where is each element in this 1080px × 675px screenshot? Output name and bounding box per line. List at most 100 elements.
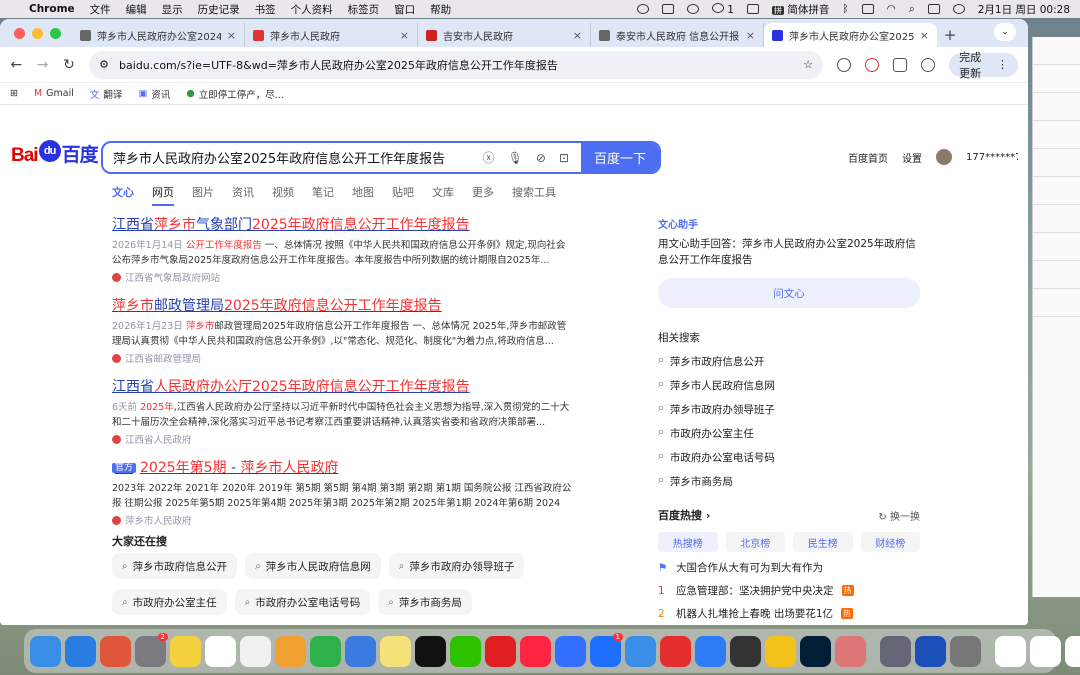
search-button[interactable]: 百度一下 (581, 143, 659, 172)
tab-video[interactable]: 视频 (272, 184, 294, 206)
tab-4[interactable]: 萍乡市人民政府办公室2025年 × (764, 23, 937, 47)
battery-icon[interactable] (861, 4, 874, 14)
site-info-icon[interactable]: ⚙ (99, 58, 109, 71)
also-search-chip[interactable]: ⌕ 萍乡市政府办领导班子 (388, 553, 525, 579)
dock-netease-music-icon[interactable] (485, 635, 516, 667)
tab-search-tools[interactable]: 搜索工具 (512, 184, 556, 206)
tab-close-icon[interactable]: × (400, 29, 409, 42)
dock-finder-2-icon[interactable] (915, 635, 946, 667)
dock-wps-icon[interactable] (660, 635, 691, 667)
clipboard-icon[interactable] (686, 4, 699, 14)
tab-close-icon[interactable]: × (746, 29, 755, 42)
related-search-item[interactable]: ⌕ 萍乡市人民政府信息网 (658, 378, 920, 393)
related-search-item[interactable]: ⌕ 萍乡市商务局 (658, 474, 920, 489)
minimize-window-button[interactable] (32, 28, 43, 39)
dock-numbers-icon[interactable] (310, 635, 341, 667)
dock-baidu-netdisk-icon[interactable] (695, 635, 726, 667)
settings-link[interactable]: 设置 (902, 150, 922, 165)
result-source[interactable]: 江西省邮政管理局 (112, 351, 572, 365)
address-url[interactable]: baidu.com/s?ie=UTF-8&wd=萍乡市人民政府办公室2025年政… (119, 57, 793, 73)
dock-preview-icon[interactable] (880, 635, 911, 667)
tab-notes[interactable]: 笔记 (312, 184, 334, 206)
dock-tool-icon[interactable] (835, 635, 866, 667)
menu-window[interactable]: 窗口 (394, 2, 415, 17)
tab-news[interactable]: 资讯 (232, 184, 254, 206)
dock-qq-drive-icon[interactable]: 1 (590, 632, 623, 667)
result-title-link[interactable]: 江西省萍乡市气象部门2025年政府信息公开工作年度报告 (112, 214, 572, 234)
dock-qq-icon[interactable] (415, 635, 446, 667)
zoom-window-button[interactable] (50, 28, 61, 39)
tab-1[interactable]: 萍乡市人民政府 × (245, 23, 418, 47)
dock-disk-icon[interactable] (950, 635, 981, 667)
hot-search-heading[interactable]: 百度热搜 (658, 507, 702, 523)
menu-bookmarks[interactable]: 书签 (255, 2, 276, 17)
hot-tab-3[interactable]: 财经榜 (860, 532, 920, 552)
menu-profiles[interactable]: 个人资料 (291, 2, 333, 17)
dock-settings-icon[interactable]: 2 (135, 632, 168, 667)
tab-0[interactable]: 萍乡市人民政府办公室2024年 × (72, 23, 245, 47)
wechat-status[interactable]: 1 (711, 2, 734, 16)
bookmark-star-icon[interactable]: ☆ (803, 58, 813, 71)
result-source[interactable]: 江西省人民政府 (112, 432, 572, 446)
apps-grid-icon[interactable]: ⊞ (10, 88, 18, 99)
tab-map[interactable]: 地图 (352, 184, 374, 206)
dock-pages-icon[interactable] (275, 635, 306, 667)
wenxin-question[interactable]: 用文心助手回答：萍乡市人民政府办公室2025年政府信息公开工作年度报告 (658, 236, 920, 268)
dock-freeform-icon[interactable] (205, 635, 236, 667)
status-icon[interactable] (661, 4, 674, 14)
extensions-puzzle-icon[interactable] (893, 57, 908, 72)
tab-tieba[interactable]: 贴吧 (392, 184, 414, 206)
control-center-icon[interactable] (927, 4, 940, 14)
dock-chrome-icon[interactable] (765, 635, 796, 667)
forward-button[interactable]: → (36, 57, 49, 73)
dock-lark-icon[interactable] (555, 635, 586, 667)
result-source[interactable]: 萍乡市人民政府 (112, 513, 572, 527)
related-search-item[interactable]: ⌕ 萍乡市政府办领导班子 (658, 402, 920, 417)
microphone-icon[interactable]: 🎙 (508, 151, 523, 165)
dock-window-3-icon[interactable] (1065, 635, 1080, 667)
also-search-chip[interactable]: ⌕ 萍乡市商务局 (378, 589, 472, 615)
menu-view[interactable]: 显示 (162, 2, 183, 17)
wifi-icon[interactable]: ◠ (887, 3, 896, 15)
avatar[interactable] (936, 149, 952, 165)
tab-search-button[interactable]: ⌄ (994, 23, 1016, 41)
input-method[interactable]: 拼 简体拼音 (771, 2, 829, 17)
dock-stickies-icon[interactable] (380, 635, 411, 667)
image-search-icon[interactable]: ⊡ (559, 151, 569, 165)
baidu-home-link[interactable]: 百度首页 (848, 150, 888, 165)
hot-item[interactable]: 2 机器人扎堆抢上春晚 出场要花1亿热 (658, 606, 920, 621)
search-icon[interactable]: ⌕ (909, 3, 915, 16)
tab-web[interactable]: 网页 (152, 184, 174, 206)
new-tab-button[interactable]: + (937, 23, 963, 47)
extension-icon[interactable] (837, 57, 852, 72)
result-title-link[interactable]: 官方 2025年第5期 - 萍乡市人民政府 (112, 457, 572, 477)
also-search-chip[interactable]: ⌕ 萍乡市政府信息公开 (112, 553, 238, 579)
dock-safari-icon[interactable] (65, 635, 96, 667)
menu-tab[interactable]: 标签页 (348, 2, 380, 17)
menu-history[interactable]: 历史记录 (198, 2, 240, 17)
attachment-icon[interactable]: ⊘ (536, 151, 546, 165)
hot-tab-0[interactable]: 热搜榜 (658, 532, 718, 552)
tab-more[interactable]: 更多 (472, 184, 494, 206)
dock-launchpad-icon[interactable] (100, 635, 131, 667)
reload-button[interactable]: ↻ (63, 57, 75, 73)
dock-textedit-icon[interactable] (240, 635, 271, 667)
ask-wenxin-button[interactable]: 问文心 (658, 278, 920, 308)
dock-xiaohongshu-icon[interactable] (520, 635, 551, 667)
bookmark-news[interactable]: ▣ 资讯 (138, 87, 170, 101)
back-button[interactable]: ← (10, 57, 22, 73)
tab-close-icon[interactable]: × (920, 29, 929, 42)
hot-item[interactable]: 1 应急管理部：坚决拥护党中央决定热 (658, 583, 920, 598)
dock-finder-icon[interactable] (30, 635, 61, 667)
tab-wenxin[interactable]: 文心 (112, 184, 134, 206)
dock-keynote-icon[interactable] (345, 635, 376, 667)
search-input[interactable]: 萍乡市人民政府办公室2025年政府信息公开工作年度报告 (113, 148, 483, 167)
hot-item[interactable]: ⚑ 大国合作从大有可为到大有作为 (658, 560, 920, 575)
dock-window-2-icon[interactable] (1030, 635, 1061, 667)
scrollbar[interactable] (1018, 106, 1028, 625)
tab-close-icon[interactable]: × (227, 29, 236, 42)
also-search-chip[interactable]: ⌕ 市政府办公室主任 (112, 589, 227, 615)
related-search-item[interactable]: ⌕ 市政府办公室电话号码 (658, 450, 920, 465)
menu-edit[interactable]: 编辑 (126, 2, 147, 17)
refresh-hot-button[interactable]: ↻ 换一换 (878, 508, 920, 523)
